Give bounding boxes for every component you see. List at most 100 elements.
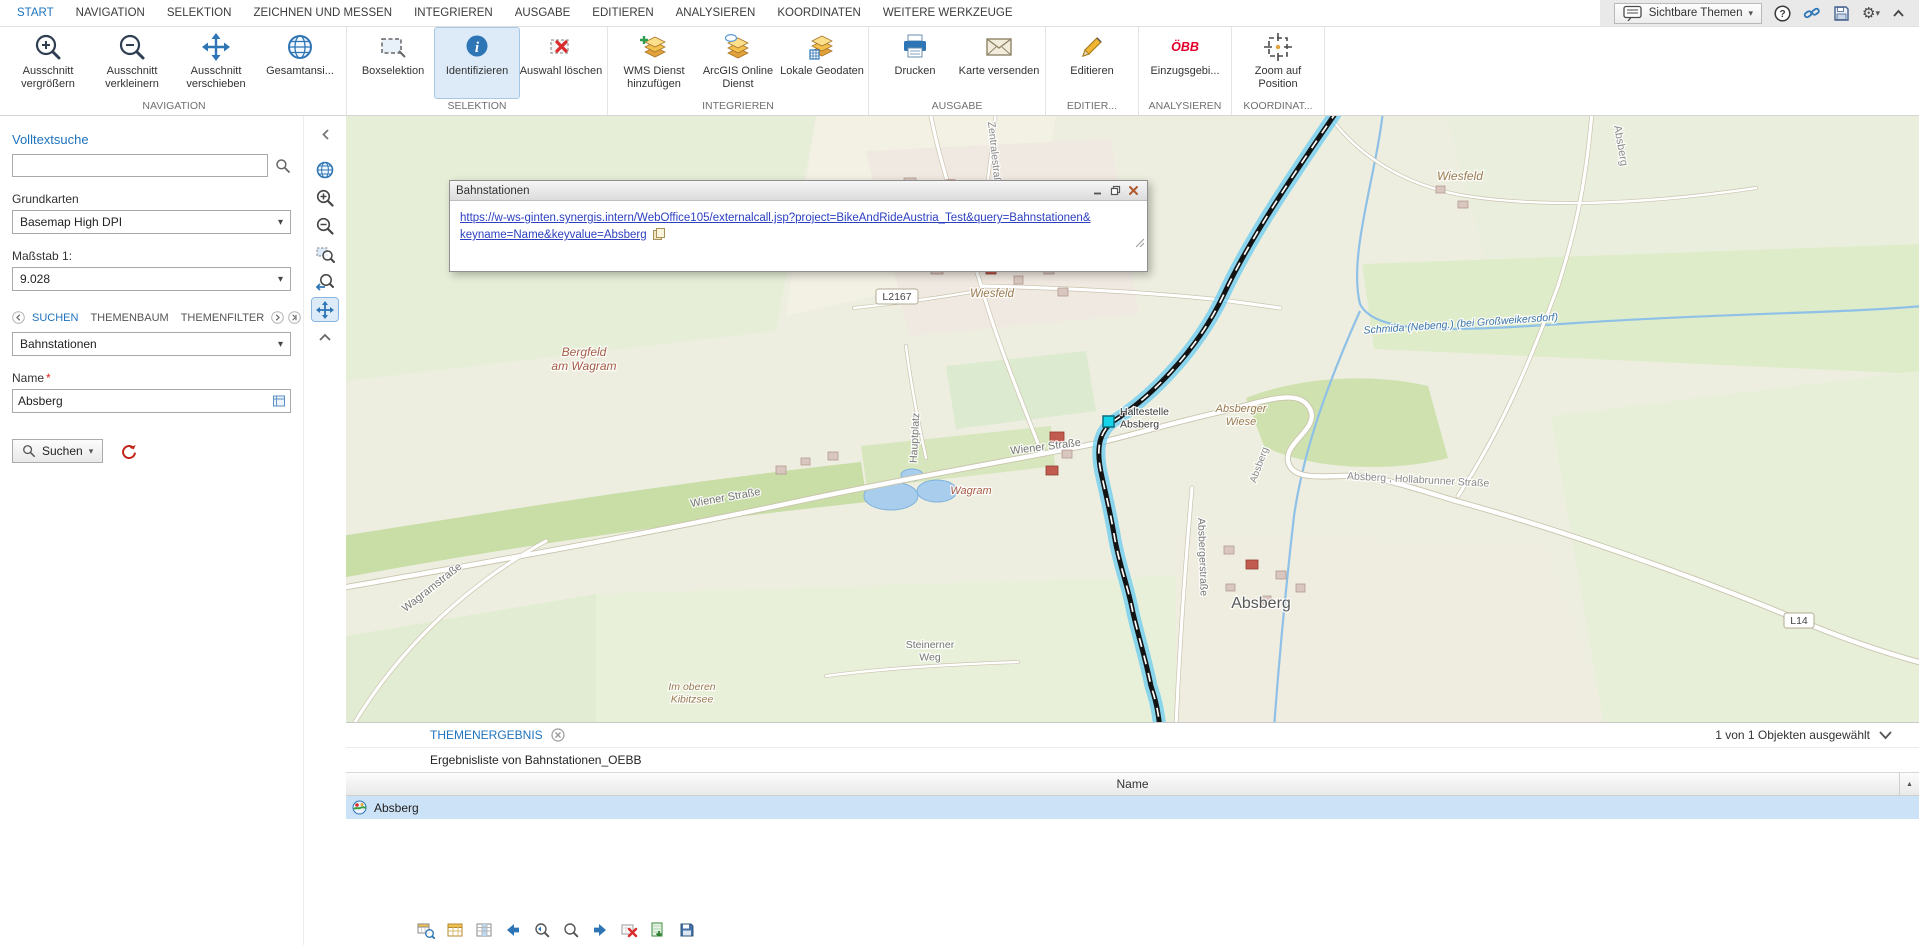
- tab-themenergebnis[interactable]: THEMENERGEBNIS: [430, 728, 543, 742]
- karte-versenden-button[interactable]: Karte versenden: [957, 28, 1041, 98]
- value-picker-icon[interactable]: [272, 394, 286, 408]
- collapse-ribbon-icon[interactable]: [1892, 3, 1905, 23]
- tabs-scroll-end-button[interactable]: [288, 311, 301, 324]
- minimize-icon[interactable]: [1089, 184, 1105, 198]
- zoom-window-icon: [315, 244, 335, 264]
- identify-icon: i: [462, 31, 492, 63]
- gesamtansi-button[interactable]: Gesamtansi...: [258, 28, 342, 98]
- prev-result-button[interactable]: [503, 920, 523, 940]
- lokale-geodaten-button[interactable]: Lokale Geodaten: [780, 28, 864, 98]
- search-icon[interactable]: [275, 158, 291, 174]
- restore-icon[interactable]: [1107, 184, 1123, 198]
- full-extent-globe-button[interactable]: [312, 158, 338, 181]
- zoom-result-button[interactable]: [561, 920, 581, 940]
- tabs-scroll-left-button[interactable]: [12, 311, 25, 324]
- sort-asc-icon[interactable]: ▲: [1899, 773, 1919, 795]
- basemap-select[interactable]: Basemap High DPI ▾: [12, 210, 291, 234]
- arcgis-online-dienst-button[interactable]: ArcGIS Online Dienst: [696, 28, 780, 98]
- copy-icon[interactable]: [652, 227, 667, 241]
- menu-tab-weitere-werkzeuge[interactable]: WEITERE WERKZEUGE: [872, 0, 1024, 26]
- menu-tab-analysieren[interactable]: ANALYSIEREN: [665, 0, 767, 26]
- tab-suchen[interactable]: SUCHEN: [29, 312, 81, 324]
- ribbon-button-label: Zoom auf Position: [1236, 65, 1320, 91]
- zoom-to-result-button[interactable]: [416, 920, 436, 940]
- map-canvas[interactable]: WiesfeldAbsbergZentralestraßeL2167Wiesfe…: [346, 116, 1919, 722]
- settings-gear-icon[interactable]: ⚙▾: [1862, 3, 1880, 23]
- query-select[interactable]: Bahnstationen ▾: [12, 332, 291, 356]
- zoom-out-small-button[interactable]: [312, 214, 338, 237]
- menu-tab-koordinaten[interactable]: KOORDINATEN: [766, 0, 872, 26]
- export-results-button[interactable]: [648, 920, 668, 940]
- tab-themenbaum[interactable]: THEMENBAUM: [87, 312, 171, 324]
- result-list-title: Ergebnisliste von Bahnstationen_OEBB: [346, 748, 1919, 772]
- drucken-button[interactable]: Drucken: [873, 28, 957, 98]
- ribbon-button-label: Einzugsgebi...: [1150, 65, 1219, 78]
- menu-tab-editieren[interactable]: EDITIEREN: [581, 0, 664, 26]
- fulltext-search-input[interactable]: [12, 154, 268, 177]
- pan-arrows-icon: [201, 31, 231, 63]
- menu-tab-start[interactable]: START: [6, 0, 65, 26]
- save-results-button[interactable]: [677, 920, 697, 940]
- panel-collapse-icon[interactable]: [1878, 730, 1893, 740]
- zoom-result-icon: [562, 921, 580, 939]
- previous-extent-icon: [315, 272, 335, 292]
- menu-tab-ausgabe[interactable]: AUSGABE: [504, 0, 582, 26]
- results-footer-toolbar: [346, 915, 1919, 945]
- ribbon: Ausschnitt vergrößernAusschnitt verklein…: [0, 27, 1919, 116]
- chevron-down-icon: ▾: [89, 446, 94, 457]
- zoom-auf-position-button[interactable]: Zoom auf Position: [1236, 28, 1320, 98]
- tabs-scroll-right-button[interactable]: [271, 311, 284, 324]
- dialog-titlebar[interactable]: Bahnstationen: [450, 181, 1147, 201]
- basemap-label: Grundkarten: [12, 192, 291, 206]
- zoom-window-button[interactable]: [312, 242, 338, 265]
- close-icon[interactable]: [1125, 184, 1141, 198]
- search-button[interactable]: Suchen ▾: [12, 439, 103, 463]
- menu-tab-selektion[interactable]: SELEKTION: [156, 0, 243, 26]
- boxselektion-button[interactable]: Boxselektion: [351, 28, 435, 98]
- table-columns-button[interactable]: [474, 920, 494, 940]
- sidebar-collapse-button[interactable]: [321, 128, 330, 146]
- save-icon[interactable]: [1833, 3, 1850, 23]
- column-header-name[interactable]: Name: [1116, 777, 1148, 791]
- identifizieren-button[interactable]: iIdentifizieren: [435, 28, 519, 98]
- ausschnitt-vergr-ern-button[interactable]: Ausschnitt vergrößern: [6, 28, 90, 98]
- help-icon[interactable]: ?: [1774, 3, 1791, 23]
- ausschnitt-verkleinern-button[interactable]: Ausschnitt verkleinern: [90, 28, 174, 98]
- scale-select[interactable]: 9.028 ▾: [12, 267, 291, 291]
- close-result-tab-icon[interactable]: [551, 728, 565, 742]
- ribbon-group-label: INTEGRIEREN: [612, 98, 864, 115]
- oebb-logo-icon: ÖBB: [1167, 31, 1203, 63]
- menu-tab-navigation[interactable]: NAVIGATION: [65, 0, 156, 26]
- ribbon-button-label: Boxselektion: [362, 65, 424, 78]
- weboffice-app: STARTNAVIGATIONSELEKTIONZEICHNEN UND MES…: [0, 0, 1919, 945]
- menu-tab-integrieren[interactable]: INTEGRIEREN: [403, 0, 504, 26]
- dialog-resize-handle[interactable]: [1135, 237, 1145, 254]
- tab-themenfilter[interactable]: THEMENFILTER: [178, 312, 268, 324]
- pan-tool-button[interactable]: [312, 298, 338, 321]
- bahnstationen-dialog[interactable]: Bahnstationen https://w-ws-ginten.synerg…: [449, 180, 1148, 272]
- wms-dienst-hinzuf-gen-button[interactable]: WMS Dienst hinzufügen: [612, 28, 696, 98]
- ausschnitt-verschieben-button[interactable]: Ausschnitt verschieben: [174, 28, 258, 98]
- external-call-link[interactable]: https://w-ws-ginten.synergis.intern/WebO…: [460, 212, 1091, 241]
- editieren-button[interactable]: Editieren: [1050, 28, 1134, 98]
- zoom-in-small-button[interactable]: [312, 186, 338, 209]
- visible-themes-button[interactable]: Sichtbare Themen ▾: [1614, 3, 1762, 24]
- selected-station-marker[interactable]: [1103, 416, 1114, 427]
- einzugsgebi-button[interactable]: ÖBB Einzugsgebi...: [1143, 28, 1227, 98]
- auswahl-l-schen-button[interactable]: Auswahl löschen: [519, 28, 603, 98]
- toolbar-collapse-icon: [318, 333, 332, 342]
- result-row-absberg[interactable]: Absberg: [346, 796, 1919, 819]
- globe-icon: [285, 31, 315, 63]
- toolbar-collapse-button[interactable]: [312, 326, 338, 349]
- pencil-icon: [1077, 31, 1107, 63]
- link-icon[interactable]: [1803, 3, 1821, 23]
- reset-icon[interactable]: [119, 444, 137, 459]
- previous-extent-button[interactable]: [312, 270, 338, 293]
- attribute-table-button[interactable]: [445, 920, 465, 940]
- next-result-button[interactable]: [590, 920, 610, 940]
- ribbon-group-integrieren: WMS Dienst hinzufügenArcGIS Online Diens…: [608, 27, 869, 115]
- zoom-prev-result-button[interactable]: [532, 920, 552, 940]
- clear-results-button[interactable]: [619, 920, 639, 940]
- name-input[interactable]: [13, 390, 272, 412]
- menu-tab-zeichnen-und-messen[interactable]: ZEICHNEN UND MESSEN: [242, 0, 403, 26]
